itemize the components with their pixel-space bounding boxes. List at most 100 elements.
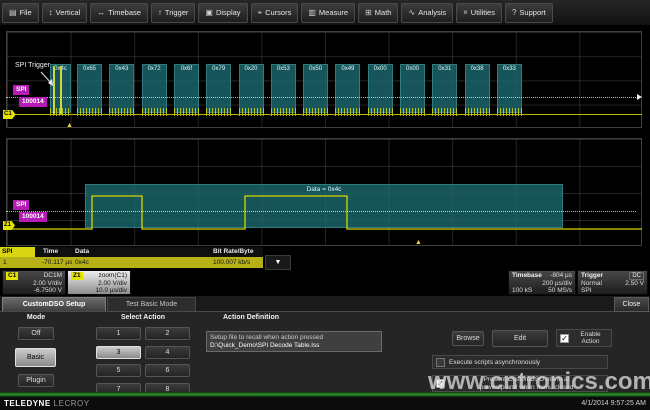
execute-scripts-checkbox[interactable]: Execute scripts asynchronously — [432, 355, 608, 369]
table-protocol-cell: SPI — [0, 247, 35, 257]
analysis-icon: ∿ — [408, 8, 415, 17]
cursors-icon: ⌖ — [258, 8, 263, 18]
table-expand-button[interactable]: ▼ — [265, 255, 291, 270]
menu-button-support[interactable]: ?Support — [505, 3, 553, 23]
trigger-type: SPI — [581, 287, 591, 295]
menu-button-label: File — [20, 8, 32, 17]
setup-file-path: D:\Quick_Demo\SPI Decode Table.lss — [210, 342, 378, 350]
menu-button-analysis[interactable]: ∿Analysis — [401, 3, 453, 23]
decode-frame: 0x53 — [271, 64, 296, 113]
enable-action-label: Enable Action — [573, 331, 608, 346]
menu-button-trigger[interactable]: ↑Trigger — [151, 3, 195, 23]
measure-icon: ▥ — [308, 8, 316, 17]
action-definition-section-title: Action Definition — [205, 314, 297, 321]
trigger-title: Trigger — [581, 272, 603, 280]
menu-button-utilities[interactable]: ×Utilities — [456, 3, 502, 23]
oscilloscope-screen: ▤File↕Vertical↔Timebase↑Trigger▣Display⌖… — [0, 0, 650, 410]
col-bitrate: Bit Rate/Byte — [213, 247, 253, 257]
c1-descriptor-box[interactable]: C1 DC1M 2.00 V/div -6.7500 V — [2, 270, 66, 295]
horizontal-arrows-icon: ↔ — [97, 8, 105, 17]
col-time: Time — [43, 247, 58, 257]
decode-frame: 0x49 — [335, 64, 360, 113]
timebase-rate: 50 MS/s — [548, 287, 572, 295]
datetime: 4/1/2014 9:57:25 AM — [581, 400, 646, 407]
z1-waveform — [6, 190, 642, 248]
menu-button-math[interactable]: ⊞Math — [358, 3, 398, 23]
menu-button-vertical[interactable]: ↕Vertical — [42, 3, 88, 23]
action-button-6[interactable]: 6 — [145, 364, 190, 377]
decode-frame: 0x6f — [174, 64, 199, 113]
brand-primary: TELEDYNE — [4, 399, 51, 408]
tab-test-basic-mode[interactable]: Test Basic Mode — [107, 297, 196, 311]
timebase-descriptor-box[interactable]: Timebase -804 µs 200 µs/div 100 kS 50 MS… — [508, 270, 576, 295]
menu-button-label: Cursors — [265, 8, 291, 17]
edit-button[interactable]: Edit — [492, 330, 548, 347]
decoder-badge-id-zoom: 100014 — [19, 212, 47, 222]
trigger-level-line — [6, 97, 636, 98]
brand-logo: TELEDYNELECROY — [4, 399, 90, 408]
checkbox-unchecked-icon — [436, 358, 445, 367]
z1-vdiv: 2.00 V/div — [98, 280, 127, 288]
footer-bar: TELEDYNELECROY 4/1/2014 9:57:25 AM — [0, 397, 650, 410]
mode-button-plugin[interactable]: Plugin — [18, 374, 54, 387]
execute-scripts-label: Execute scripts asynchronously — [449, 359, 540, 366]
mode-section-title: Mode — [8, 314, 64, 321]
action-button-2[interactable]: 2 — [145, 327, 190, 340]
decoder-badge-id: 100014 — [19, 97, 47, 107]
math-icon: ⊞ — [365, 8, 372, 17]
menu-button-label: Analysis — [418, 8, 446, 17]
menu-button-cursors[interactable]: ⌖Cursors — [251, 3, 299, 23]
close-button[interactable]: Close — [614, 297, 649, 312]
c1-offset: -6.7500 V — [34, 287, 62, 295]
decode-frame: 0x79 — [206, 64, 231, 113]
tab-customdso-setup[interactable]: CustomDSO Setup — [2, 297, 106, 311]
enable-action-checkbox[interactable]: ✓ Enable Action — [556, 329, 612, 347]
file-icon: ▤ — [9, 8, 17, 17]
setup-file-label: Setup file to recall when action pressed — [210, 334, 378, 342]
trigger-level: 2.50 V — [625, 280, 644, 288]
menu-button-label: Math — [375, 8, 392, 17]
select-action-section-title: Select Action — [95, 314, 191, 321]
trigger-position-marker: ▲ — [66, 122, 73, 129]
decode-frame: 0x43 — [109, 64, 134, 113]
menu-button-label: Support — [519, 8, 545, 17]
menu-button-file[interactable]: ▤File — [2, 3, 39, 23]
setup-file-field[interactable]: Setup file to recall when action pressed… — [206, 331, 382, 352]
z1-source: zoom(C1) — [98, 272, 127, 280]
support-icon: ? — [512, 8, 516, 17]
action-button-4[interactable]: 4 — [145, 346, 190, 359]
row-index: 1 — [3, 257, 7, 268]
decode-frame: 0x50 — [303, 64, 328, 113]
row-data: 0x4c — [75, 257, 89, 268]
vertical-arrows-icon: ↕ — [49, 8, 53, 17]
spi-trigger-annotation: SPI Trigger — [15, 62, 50, 69]
decode-frame: 0x72 — [142, 64, 167, 113]
browse-button[interactable]: Browse — [452, 331, 484, 346]
menu-button-label: Trigger — [165, 8, 188, 17]
menu-button-label: Measure — [319, 8, 348, 17]
timebase-samples: 100 kS — [512, 287, 532, 295]
mode-button-basic[interactable]: Basic — [15, 348, 56, 367]
trigger-descriptor-box[interactable]: Trigger DC Normal 2.50 V SPI — [577, 270, 648, 295]
action-button-3[interactable]: 3 — [96, 346, 141, 359]
menu-button-timebase[interactable]: ↔Timebase — [90, 3, 148, 23]
menu-button-label: Utilities — [471, 8, 495, 17]
row-time: -70.117 µs — [42, 257, 72, 268]
action-button-5[interactable]: 5 — [96, 364, 141, 377]
trigger-arrow-icon: ↑ — [158, 8, 162, 17]
col-data: Data — [75, 247, 89, 257]
decode-table-row[interactable]: 1 -70.117 µs 0x4c 100.007 kb/s — [0, 257, 263, 268]
decode-frame: 0x00 — [400, 64, 425, 113]
mode-button-off[interactable]: Off — [18, 327, 54, 340]
menu-button-label: Display — [216, 8, 241, 17]
z1-descriptor-box[interactable]: Z1 zoom(C1) 2.00 V/div 10.0 µs/div — [67, 270, 131, 295]
menu-button-measure[interactable]: ▥Measure — [301, 3, 355, 23]
c1-trace-baseline — [6, 114, 642, 115]
menu-button-display[interactable]: ▣Display — [198, 3, 247, 23]
menu-bar: ▤File↕Vertical↔Timebase↑Trigger▣Display⌖… — [0, 0, 650, 26]
trigger-pulse — [60, 66, 62, 115]
display-icon: ▣ — [205, 8, 213, 17]
decoder-badge-spi: SPI — [13, 85, 29, 95]
c1-vdiv: 2.00 V/div — [33, 280, 62, 288]
action-button-1[interactable]: 1 — [96, 327, 141, 340]
